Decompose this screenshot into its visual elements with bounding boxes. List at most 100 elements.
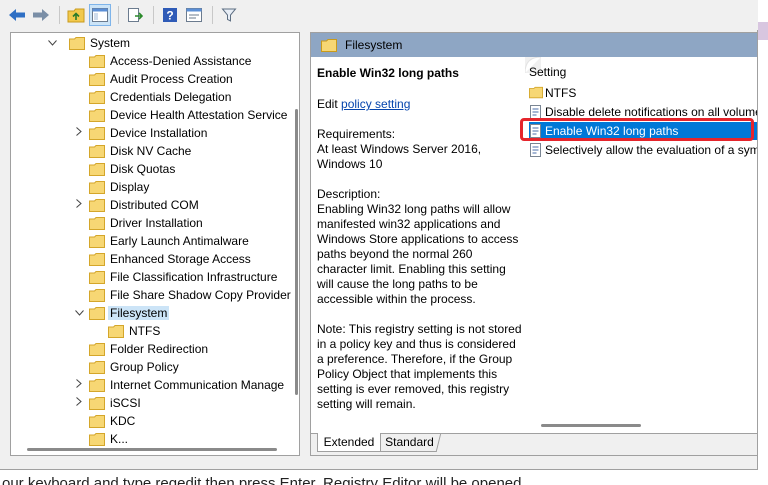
tree-item[interactable]: Enhanced Storage Access [11,250,293,268]
chevron-right-icon[interactable] [74,397,84,409]
tree-item[interactable]: Disk Quotas [11,160,293,178]
tree-item-label: Filesystem [108,306,170,320]
settings-list: Setting NTFS Disable delete notifications… [525,57,757,432]
tree-item-label: File Share Shadow Copy Provider [110,288,291,302]
tree-item[interactable]: File Classification Infrastructure [11,268,293,286]
tree-item-label: Disk Quotas [110,162,176,176]
tree-item[interactable]: Group Policy [11,358,293,376]
tree-item-label: Distributed COM [110,198,199,212]
folder-icon [89,91,105,104]
chevron-down-icon[interactable] [74,308,84,319]
folder-icon [89,271,105,284]
group-policy-editor-window: ? System Access-Denied Assistance Audit Pr… [0,0,758,470]
list-item-label: Enable Win32 long paths [545,124,679,138]
back-button[interactable] [6,4,28,26]
tree-item-label: Access-Denied Assistance [110,54,252,68]
description-text: Description: Enabling Win32 long paths w… [317,187,519,306]
note-text: Note: This registry setting is not store… [317,322,522,411]
properties-button[interactable] [183,4,205,26]
folder-icon [69,37,85,50]
tree-item[interactable]: Folder Redirection [11,340,293,358]
tab-extended[interactable]: Extended [317,433,381,452]
description-panel: Enable Win32 long paths Edit policy sett… [311,57,523,432]
tree-item[interactable]: iSCSI [11,394,293,412]
folder-icon [89,181,105,194]
tree-item[interactable]: NTFS [11,322,293,340]
list-item[interactable]: Disable delete notifications on all volu… [529,103,757,121]
list-horizontal-scroll-thumb[interactable] [541,424,641,427]
tree-item[interactable]: Credentials Delegation [11,88,293,106]
chevron-right-icon[interactable] [74,127,84,139]
tree-item[interactable]: KDC [11,412,293,430]
tree-item[interactable]: Display [11,178,293,196]
list-item[interactable]: Selectively allow the evaluation of a sy… [529,141,757,159]
background-footer-label: our keyboard and type regedit then press… [2,475,522,485]
tree-item-label: KDC [110,414,136,428]
folder-icon [89,235,105,248]
edit-prefix: Edit [317,97,342,111]
tree-vertical-scrollbar[interactable] [293,33,299,443]
tree-horizontal-scroll-thumb[interactable] [27,448,277,451]
toolbar-separator [118,6,119,24]
folder-icon [89,199,105,212]
list-item[interactable]: NTFS [529,84,576,102]
tree-item-label: Audit Process Creation [110,72,233,86]
list-item-label: Disable delete notifications on all volu… [545,105,757,119]
tree-item[interactable]: Driver Installation [11,214,293,232]
chevron-down-icon[interactable] [47,38,57,49]
show-hide-console-tree-button[interactable] [89,4,111,26]
up-one-level-button[interactable] [65,4,87,26]
tab-standard[interactable]: Standard [378,433,442,452]
tree-item[interactable]: Filesystem [11,304,293,322]
tree-item[interactable]: Distributed COM [11,196,293,214]
toolbar: ? [0,0,758,30]
tree-item[interactable]: System [11,34,293,52]
list-item[interactable]: Enable Win32 long paths [529,122,757,140]
forward-button[interactable] [30,4,52,26]
tree-item[interactable]: Device Installation [11,124,293,142]
folder-icon [89,397,105,410]
tree-item[interactable]: Audit Process Creation [11,70,293,88]
tree-item-label: Display [110,180,150,194]
tree-item[interactable]: Disk NV Cache [11,142,293,160]
folder-icon [89,253,105,266]
tree-item-label: Disk NV Cache [110,144,192,158]
tree-item[interactable]: File Share Shadow Copy Provider [11,286,293,304]
chevron-right-icon[interactable] [74,199,84,211]
console-tree[interactable]: System Access-Denied Assistance Audit Proc… [10,32,300,456]
chevron-right-icon[interactable] [74,379,84,391]
tree-item[interactable]: Device Health Attestation Service [11,106,293,124]
tree-item-label: Enhanced Storage Access [110,252,251,266]
folder-icon [89,109,105,122]
folder-icon [89,289,105,302]
tree-item-label: NTFS [129,324,161,338]
requirements-text: Requirements: At least Windows Server 20… [317,127,482,171]
tree-vertical-scroll-thumb[interactable] [295,109,298,395]
policy-setting-icon [529,143,543,157]
tree-item[interactable]: Internet Communication Manage [11,376,293,394]
setting-column-header[interactable]: Setting [529,65,566,79]
tree-item[interactable]: Access-Denied Assistance [11,52,293,70]
filter-icon [221,8,237,22]
folder-icon [108,325,124,338]
properties-icon [186,8,202,22]
filter-button[interactable] [218,4,240,26]
folder-icon [89,361,105,374]
toolbar-separator [212,6,213,24]
folder-icon [89,217,105,230]
edit-policy-setting-link[interactable]: policy setting [341,97,410,111]
tree-horizontal-scrollbar[interactable] [11,443,293,455]
tree-item-label: Credentials Delegation [110,90,232,104]
export-list-button[interactable] [124,4,146,26]
tree-item-label: Driver Installation [110,216,203,230]
folder-icon [321,38,337,52]
tree-item[interactable]: Early Launch Antimalware [11,232,293,250]
toolbar-separator [59,6,60,24]
folder-icon [89,343,105,356]
edit-policy-line: Edit policy setting [317,97,523,112]
policy-setting-icon [529,105,543,119]
view-tabs: Extended Standard [311,433,757,455]
help-button[interactable]: ? [159,4,181,26]
policy-title: Enable Win32 long paths [317,66,459,80]
svg-text:?: ? [166,9,173,23]
